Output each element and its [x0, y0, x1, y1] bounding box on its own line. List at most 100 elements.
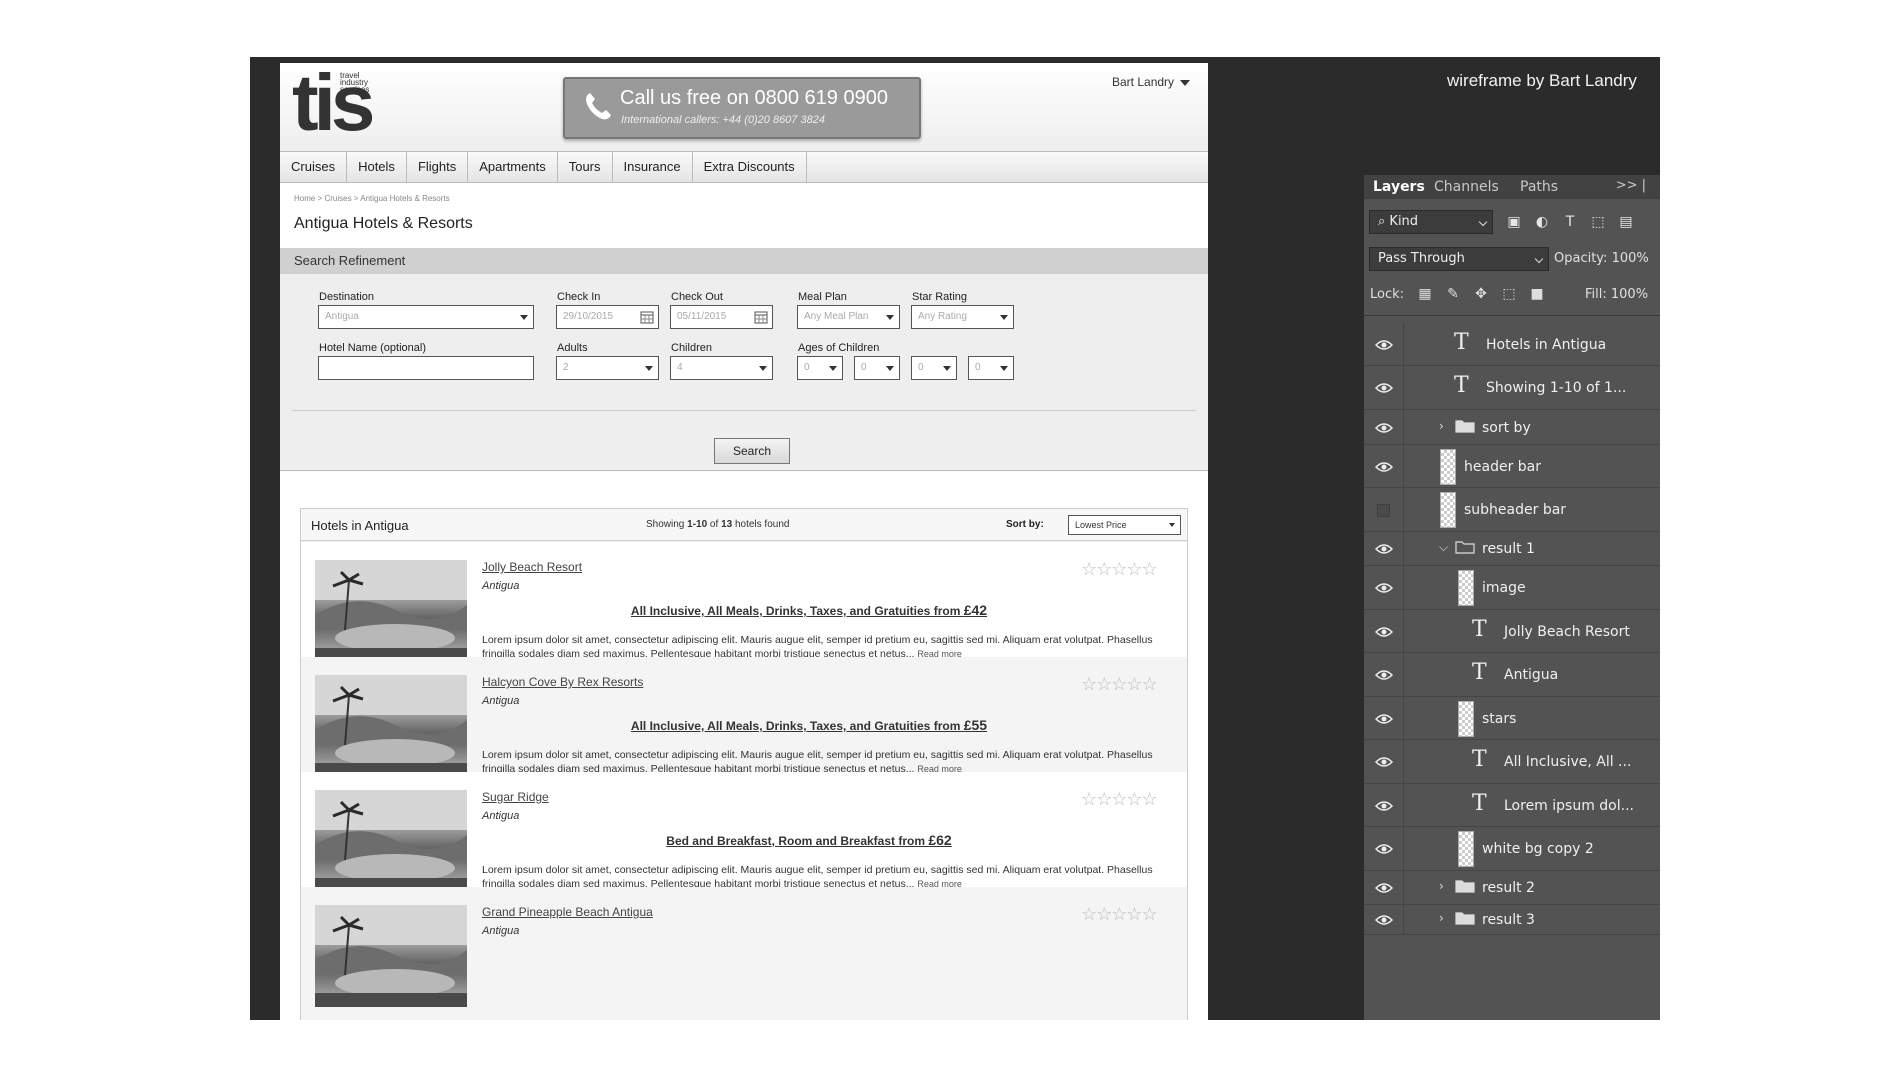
layer-thumbnail: [1458, 831, 1474, 867]
visibility-cell: [1364, 410, 1404, 444]
nav-flights[interactable]: Flights: [407, 152, 469, 182]
eye-icon[interactable]: [1375, 669, 1393, 681]
nav-extra-discounts[interactable]: Extra Discounts: [693, 152, 807, 182]
chevron-down-icon: [1180, 79, 1191, 86]
layer-row[interactable]: white bg copy 2: [1364, 827, 1660, 871]
eye-icon[interactable]: [1375, 756, 1393, 768]
hotel-offer[interactable]: All Inclusive, All Meals, Drinks, Taxes,…: [301, 602, 1187, 618]
meal-plan-select[interactable]: Any Meal Plan: [797, 305, 900, 329]
panel-menu-icon[interactable]: >> |: [1616, 178, 1646, 193]
layer-name: Showing 1-10 of 1...: [1486, 380, 1627, 396]
layer-row[interactable]: › sort by: [1364, 410, 1660, 445]
layer-row[interactable]: T All Inclusive, All ...: [1364, 740, 1660, 784]
hotel-offer[interactable]: All Inclusive, All Meals, Drinks, Taxes,…: [301, 717, 1187, 733]
chevron-down-icon: [520, 315, 528, 320]
layer-row[interactable]: T Lorem ipsum dol...: [1364, 784, 1660, 827]
child-age-select-2[interactable]: 0: [854, 356, 900, 380]
eye-icon[interactable]: [1375, 382, 1393, 394]
image-filter-icon[interactable]: ▣: [1504, 212, 1524, 232]
eye-icon[interactable]: [1375, 582, 1393, 594]
hotel-name-link[interactable]: Halcyon Cove By Rex Resorts: [482, 675, 643, 689]
fill-control[interactable]: Fill: 100%: [1585, 287, 1648, 302]
tab-paths[interactable]: Paths: [1520, 179, 1558, 195]
layer-row[interactable]: subheader bar: [1364, 488, 1660, 532]
calendar-icon[interactable]: [754, 310, 768, 324]
eye-icon[interactable]: [1375, 800, 1393, 812]
layers-panel: Layers Channels Paths >> | ⌕ Kind ▣ ◐ T …: [1364, 175, 1660, 1020]
nav-insurance[interactable]: Insurance: [613, 152, 693, 182]
folder-icon: [1455, 541, 1475, 554]
search-button[interactable]: Search: [714, 438, 790, 464]
layer-row[interactable]: ⌵ result 1: [1364, 532, 1660, 566]
visibility-toggle[interactable]: [1377, 504, 1390, 517]
results-title: Hotels in Antigua: [311, 518, 409, 533]
visibility-cell: [1364, 566, 1404, 609]
lock-artboard-icon[interactable]: ⬚: [1500, 285, 1518, 303]
eye-icon[interactable]: [1375, 882, 1393, 894]
tab-layers[interactable]: Layers: [1373, 179, 1425, 195]
call-banner[interactable]: Call us free on 0800 619 0900 Internatio…: [563, 77, 921, 139]
chevron-down-icon: [886, 366, 894, 371]
calendar-icon[interactable]: [640, 310, 654, 324]
layer-row[interactable]: T Hotels in Antigua: [1364, 323, 1660, 366]
type-filter-icon[interactable]: T: [1560, 212, 1580, 232]
star-rating-select[interactable]: Any Rating: [911, 305, 1014, 329]
layer-row[interactable]: T Antigua: [1364, 653, 1660, 697]
layer-row[interactable]: T Jolly Beach Resort: [1364, 610, 1660, 653]
chevron-right-icon[interactable]: ›: [1439, 419, 1444, 433]
eye-icon[interactable]: [1375, 543, 1393, 555]
hotel-name-link[interactable]: Sugar Ridge: [482, 790, 549, 804]
hotel-image[interactable]: [315, 905, 467, 1007]
opacity-control[interactable]: Opacity: 100%: [1554, 251, 1649, 266]
chevron-down-icon[interactable]: ⌵: [1439, 540, 1448, 555]
user-menu[interactable]: Bart Landry: [1112, 75, 1191, 89]
smart-object-filter-icon[interactable]: ▤: [1616, 212, 1636, 232]
child-age-select-4[interactable]: 0: [968, 356, 1014, 380]
nav-tours[interactable]: Tours: [558, 152, 613, 182]
destination-select[interactable]: Antigua: [318, 305, 534, 329]
eye-icon[interactable]: [1375, 626, 1393, 638]
eye-icon[interactable]: [1375, 461, 1393, 473]
lock-all-icon[interactable]: ■: [1528, 285, 1546, 303]
eye-icon[interactable]: [1375, 339, 1393, 351]
checkout-field[interactable]: 05/11/2015: [670, 305, 773, 329]
checkin-field[interactable]: 29/10/2015: [556, 305, 659, 329]
site-logo[interactable]: tis travel industry services: [292, 63, 375, 147]
shape-filter-icon[interactable]: ⬚: [1588, 212, 1608, 232]
blend-mode-select[interactable]: Pass Through: [1369, 247, 1549, 271]
chevron-down-icon: [886, 315, 894, 320]
layer-row[interactable]: › result 3: [1364, 905, 1660, 935]
eye-icon[interactable]: [1375, 914, 1393, 926]
layer-row[interactable]: image: [1364, 566, 1660, 610]
sort-select[interactable]: Lowest Price: [1068, 515, 1181, 535]
adults-select[interactable]: 2: [556, 356, 659, 380]
lock-position-icon[interactable]: ✥: [1472, 285, 1490, 303]
layer-thumbnail: [1440, 492, 1456, 528]
chevron-right-icon[interactable]: ›: [1439, 911, 1444, 925]
hotel-name-link[interactable]: Jolly Beach Resort: [482, 560, 582, 574]
children-select[interactable]: 4: [670, 356, 773, 380]
tab-channels[interactable]: Channels: [1434, 179, 1499, 195]
layer-row[interactable]: T Showing 1-10 of 1...: [1364, 366, 1660, 410]
breadcrumb[interactable]: Home > Cruises > Antigua Hotels & Resort…: [294, 194, 450, 203]
eye-icon[interactable]: [1375, 422, 1393, 434]
hotel-name-link[interactable]: Grand Pineapple Beach Antigua: [482, 905, 653, 919]
nav-hotels[interactable]: Hotels: [347, 152, 407, 182]
layer-filter-kind[interactable]: ⌕ Kind: [1369, 210, 1493, 234]
hotel-offer[interactable]: Bed and Breakfast, Room and Breakfast fr…: [301, 832, 1187, 848]
child-age-select-1[interactable]: 0: [797, 356, 843, 380]
nav-cruises[interactable]: Cruises: [280, 152, 348, 182]
layer-row[interactable]: › result 2: [1364, 871, 1660, 905]
hotel-name-input[interactable]: [318, 356, 534, 380]
lock-transparent-icon[interactable]: ▦: [1416, 285, 1434, 303]
eye-icon[interactable]: [1375, 843, 1393, 855]
layer-row[interactable]: stars: [1364, 697, 1660, 740]
adjustment-filter-icon[interactable]: ◐: [1532, 212, 1552, 232]
child-age-select-3[interactable]: 0: [911, 356, 957, 380]
lock-pixels-icon[interactable]: ✎: [1444, 285, 1462, 303]
nav-apartments[interactable]: Apartments: [468, 152, 558, 182]
chevron-right-icon[interactable]: ›: [1439, 879, 1444, 893]
eye-icon[interactable]: [1375, 713, 1393, 725]
text-layer-icon: T: [1454, 373, 1469, 398]
layer-row[interactable]: header bar: [1364, 445, 1660, 488]
